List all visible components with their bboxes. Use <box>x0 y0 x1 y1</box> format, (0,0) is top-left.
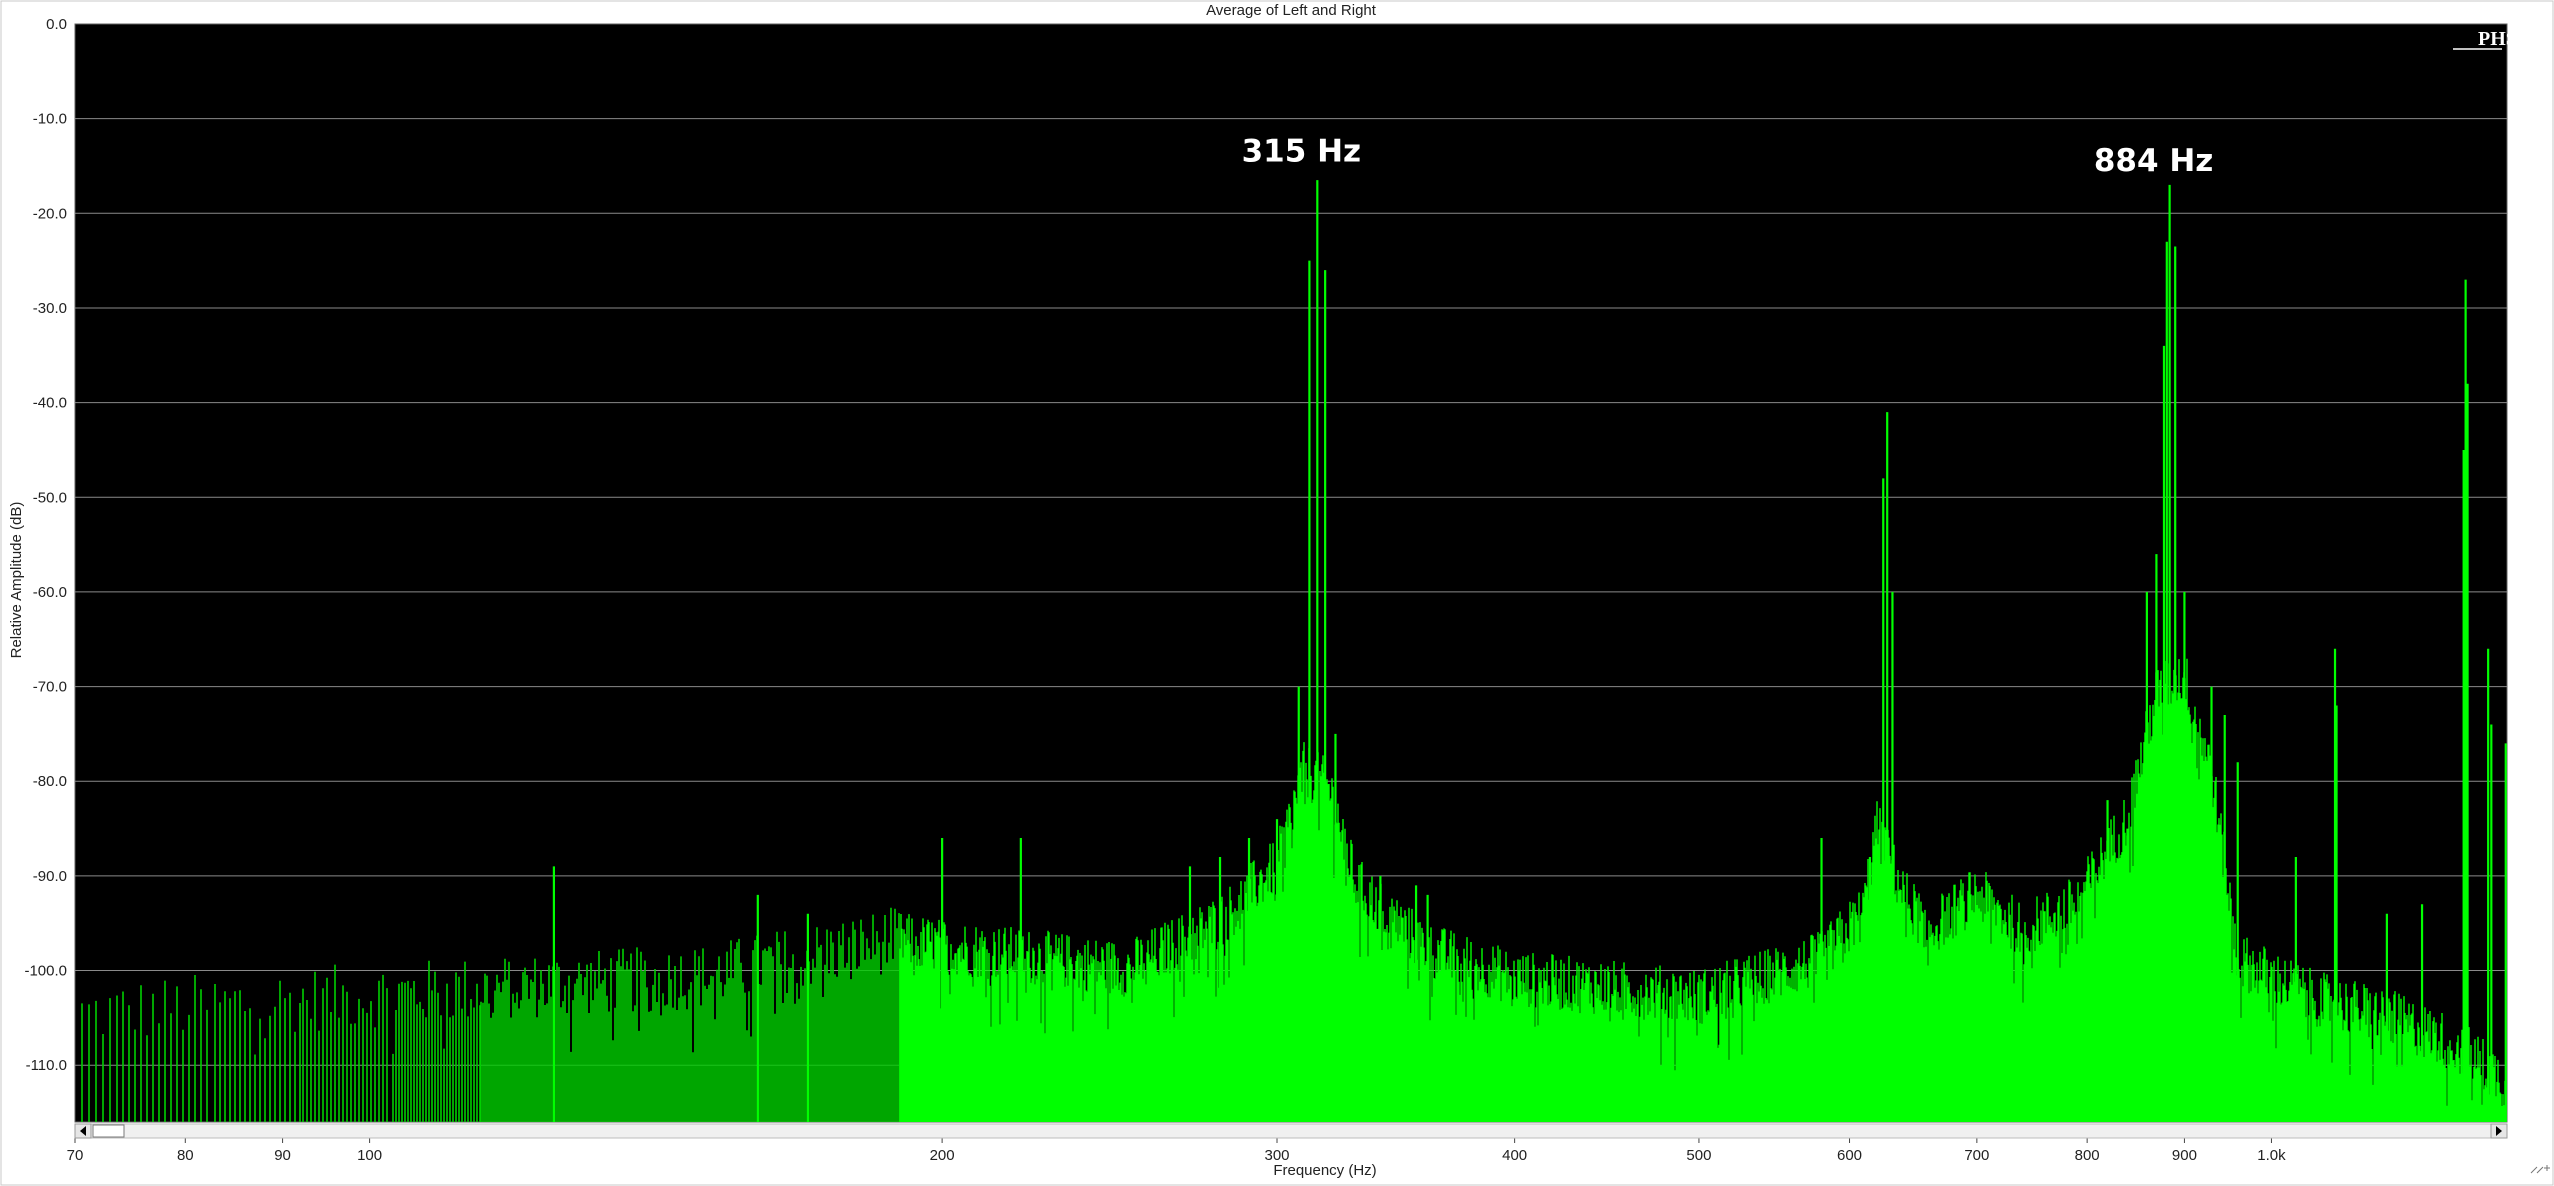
scrollbar-track[interactable] <box>74 1123 2508 1139</box>
y-tick-label: -20.0 <box>33 205 67 222</box>
y-tick-label: 0.0 <box>46 16 67 33</box>
x-tick-label: 90 <box>274 1147 291 1164</box>
horizontal-scrollbar[interactable] <box>74 1123 2508 1139</box>
y-tick-label: -110.0 <box>26 1057 67 1074</box>
x-tick-label: 500 <box>1686 1147 1711 1164</box>
x-tick-label: 600 <box>1837 1147 1862 1164</box>
x-axis-label: Frequency (Hz) <box>1273 1162 1376 1179</box>
logo-text: PHS <box>2478 28 2517 50</box>
y-tick-label: -100.0 <box>24 963 67 980</box>
chart-title: Average of Left and Right <box>1206 2 1377 19</box>
x-tick-label: 400 <box>1502 1147 1527 1164</box>
x-tick-label: 100 <box>357 1147 382 1164</box>
x-tick-label: 1.0k <box>2257 1147 2286 1164</box>
spectrum-chart: Average of Left and Right 0.0 -10.0 -20.0 -… <box>0 0 2554 1186</box>
y-tick-label: -80.0 <box>33 773 67 790</box>
scrollbar-thumb[interactable] <box>92 1124 125 1138</box>
x-tick-label: 80 <box>177 1147 194 1164</box>
peak-annotation: 315 Hz <box>1242 133 1362 169</box>
x-tick-label: 800 <box>2075 1147 2100 1164</box>
x-tick-label: 200 <box>930 1147 955 1164</box>
x-tick-label: 70 <box>67 1147 84 1164</box>
y-tick-label: -50.0 <box>33 489 67 506</box>
y-tick-label: -10.0 <box>33 111 67 128</box>
x-tick-label: 700 <box>1964 1147 1989 1164</box>
peak-annotation: 884 Hz <box>2094 143 2214 179</box>
y-axis-label: Relative Amplitude (dB) <box>8 502 25 659</box>
y-tick-label: -70.0 <box>33 679 67 696</box>
x-tick-label: 900 <box>2172 1147 2197 1164</box>
y-tick-label: -30.0 <box>33 300 67 317</box>
y-tick-label: -60.0 <box>33 584 67 601</box>
y-tick-label: -90.0 <box>33 868 67 885</box>
y-tick-label: -40.0 <box>33 395 67 412</box>
